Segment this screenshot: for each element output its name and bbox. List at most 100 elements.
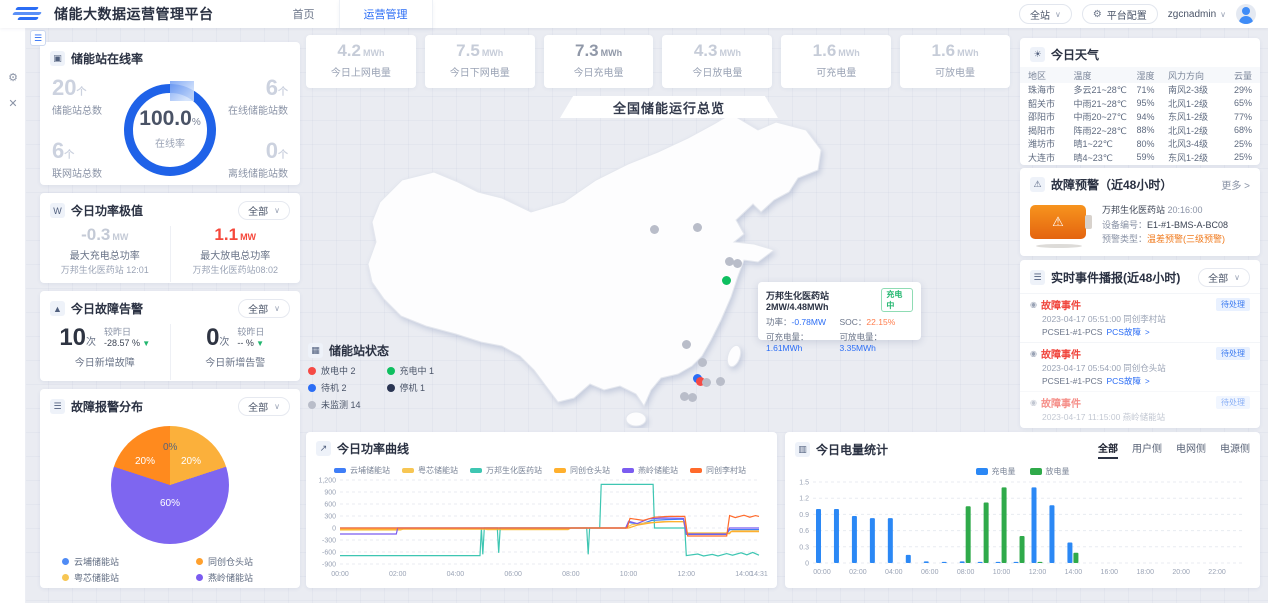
curve-legend-item[interactable]: 同创仓头站 [554, 465, 610, 476]
station-dot[interactable] [722, 276, 731, 285]
bar-充电量 [924, 561, 929, 563]
event-device: PCSE1-#1-PCS [1042, 327, 1102, 337]
weather-cell: 59% [1137, 152, 1169, 162]
user-menu[interactable]: zgcnadmin ∨ [1168, 9, 1226, 20]
station-dot[interactable] [716, 377, 725, 386]
tooltip-title: 万邦生化医药站 2MW/4.48MWh [766, 289, 881, 312]
curve-legend-item[interactable]: 万邦生化医药站 [470, 465, 542, 476]
weather-cell: 25% [1224, 152, 1252, 162]
left-icon-strip: ⚙ ✕ [0, 28, 26, 603]
curve-legend-item[interactable]: 燕岭储能站 [622, 465, 678, 476]
filter-value: 全部 [248, 301, 268, 316]
power-label: 最大放电总功率 [171, 247, 301, 262]
device-code: E1-#1-BMS-A-BC08 [1147, 220, 1228, 230]
distribution-legend-item[interactable]: 粤芯储能站 [62, 570, 162, 584]
power-value: -0.3MW [40, 226, 170, 246]
power-station-time: 万邦生化医药站 12:01 [40, 263, 170, 276]
bar-legend-item[interactable]: 放电量 [1030, 466, 1070, 477]
panel-energy-stats: ▥ 今日电量统计 全部用户侧电网侧电源侧 充电量放电量 00.30.60.91.… [785, 432, 1260, 588]
svg-text:12:00: 12:00 [678, 571, 696, 578]
tab-operation[interactable]: 运营管理 [339, 0, 433, 28]
weather-cell: 94% [1137, 112, 1169, 122]
arrow-right-icon[interactable]: > [1145, 377, 1150, 386]
station-dot[interactable] [698, 358, 707, 367]
svg-text:22:00: 22:00 [1208, 569, 1226, 576]
more-link[interactable]: 更多 > [1221, 177, 1250, 192]
svg-text:18:00: 18:00 [1136, 569, 1154, 576]
stat-value: 7.5MWh [425, 42, 535, 62]
arrow-right-icon[interactable]: > [1145, 328, 1150, 337]
distribution-legend-item[interactable]: 燕岭储能站 [196, 570, 278, 584]
distribution-legend-item[interactable]: 同创李村站 [196, 586, 278, 588]
svg-text:0.9: 0.9 [799, 512, 809, 519]
alarm-distribution-filter[interactable]: 全部 ∨ [238, 397, 290, 416]
station-dot[interactable] [702, 378, 711, 387]
pie-label: 20% [135, 456, 155, 467]
event-fault-link[interactable]: PCS故障 [1106, 375, 1140, 387]
panel-fault-warning: ⚠ 故障预警（近48小时） 更多 > ⚠ 万邦生化医药站 20:16:00 设备… [1020, 168, 1260, 256]
station-dot[interactable] [682, 340, 691, 349]
distribution-legend-item[interactable]: 云埔储能站 [62, 554, 162, 568]
platform-config-button[interactable]: ⚙ 平台配置 [1082, 4, 1158, 24]
online-rate-body: 20个储能站总数6个在线储能站数6个联网站总数0个离线储能站数 100.0% 在… [40, 73, 300, 185]
weather-row: 潍坊市晴1~22℃80%北风3-4级25% [1020, 137, 1260, 151]
curve-legend-item[interactable]: 粤芯储能站 [402, 465, 458, 476]
fault-alarm-item: 10次较昨日-28.57 % ▼今日新增故障 [40, 324, 170, 380]
station-dot[interactable] [650, 225, 659, 234]
event-time-station: 2023-04-17 11:15:00 燕岭储能站 [1030, 411, 1250, 423]
realtime-events-title: 实时事件播报(近48小时) [1051, 269, 1180, 286]
tab-home[interactable]: 首页 [269, 0, 339, 28]
event-type: 故障事件 [1041, 297, 1081, 312]
tools-icon[interactable]: ✕ [0, 90, 26, 116]
weather-cell: 95% [1137, 98, 1169, 108]
bar-充电量 [1032, 487, 1037, 563]
energy-tab-3[interactable]: 电源侧 [1220, 440, 1250, 459]
dashboard-root: 储能大数据运营管理平台 首页 运营管理 全站 ∨ ⚙ 平台配置 zgcnadmi… [0, 0, 1268, 603]
bar-legend-item[interactable]: 充电量 [976, 466, 1016, 477]
stat-card: 1.6MWh可放电量 [900, 35, 1010, 88]
power-extremes-filter[interactable]: 全部 ∨ [238, 201, 290, 220]
weather-cell: 中雨20~27℃ [1074, 110, 1137, 123]
station-dot[interactable] [693, 223, 702, 232]
collapse-sidebar-button[interactable]: ☰ [30, 30, 46, 46]
energy-tab-0[interactable]: 全部 [1098, 440, 1118, 459]
scope-select[interactable]: 全站 ∨ [1019, 4, 1072, 24]
event-item: ◉故障事件待处理2023-04-17 05:54:00 同创仓头站PCSE1-#… [1020, 342, 1260, 391]
stat-value: 1.6MWh [900, 42, 1010, 62]
fault-alarm-item: 0次较昨日-- % ▼今日新增告警 [170, 324, 301, 380]
legend-dot-icon [196, 574, 203, 581]
event-fault-link[interactable]: PCS故障 [1106, 326, 1140, 338]
battery-warning-icon: ⚠ [1030, 205, 1092, 245]
station-dot[interactable] [733, 259, 742, 268]
svg-text:08:00: 08:00 [562, 571, 580, 578]
legend-label: 同创李村站 [706, 465, 746, 476]
distribution-legend-item[interactable]: 同创仓头站 [196, 554, 278, 568]
stat-unit: MWh [363, 48, 385, 58]
stat-label: 可充电量 [781, 64, 891, 79]
event-type: 故障事件 [1041, 346, 1081, 361]
avatar[interactable] [1236, 4, 1256, 24]
weather-cell: 65% [1224, 98, 1252, 108]
fault-alarm-filter[interactable]: 全部 ∨ [238, 299, 290, 318]
status-name: 放电中 2 [321, 364, 356, 377]
weather-table: 地区温度湿度风力方向云量珠海市多云21~28℃71%南风2-3级29%韶关市中雨… [1020, 67, 1260, 164]
settings-icon[interactable]: ⚙ [0, 64, 26, 90]
weather-cell: 25% [1224, 139, 1252, 149]
curve-legend-item[interactable]: 云埔储能站 [334, 465, 390, 476]
power-curve-chart[interactable]: 1,2009006003000-300-600-90000:0002:0004:… [306, 476, 769, 580]
stat-label: 今日充电量 [544, 64, 654, 79]
energy-tab-1[interactable]: 用户侧 [1132, 440, 1162, 459]
events-filter[interactable]: 全部 ∨ [1198, 268, 1250, 287]
filter-value: 全部 [248, 399, 268, 414]
stat-label: 今日放电量 [662, 64, 772, 79]
distribution-legend-item[interactable]: 万邦生化医药站 [62, 586, 162, 588]
energy-bar-chart[interactable]: 00.30.60.91.21.500:0002:0004:0006:0008:0… [785, 477, 1252, 577]
bar-放电量 [984, 503, 989, 563]
legend-square-icon [976, 468, 988, 475]
svg-text:02:00: 02:00 [849, 569, 867, 576]
station-dot[interactable] [688, 393, 697, 402]
energy-tab-2[interactable]: 电网侧 [1176, 440, 1206, 459]
weather-row: 珠海市多云21~28℃71%南风2-3级29% [1020, 83, 1260, 97]
power-value: 1.1MW [171, 226, 301, 246]
curve-legend-item[interactable]: 同创李村站 [690, 465, 746, 476]
